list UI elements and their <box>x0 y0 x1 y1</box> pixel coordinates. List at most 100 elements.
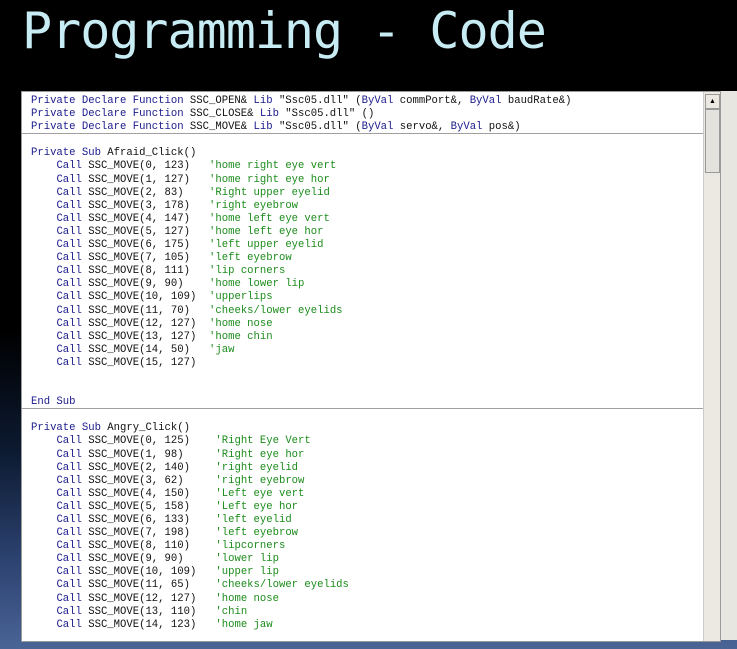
code-text: SSC_MOVE(11, 65) <box>81 579 216 592</box>
code-text: SSC_MOVE(12, 127) <box>81 592 216 605</box>
side-panel-edge <box>721 91 737 640</box>
slide-title: Programming - Code <box>22 2 547 60</box>
code-comment: 'right eyelid <box>215 461 299 474</box>
scroll-up-arrow-icon[interactable]: ▲ <box>705 94 720 109</box>
code-comment: 'left eyelid <box>215 514 292 526</box>
code-line: Call SSC_MOVE(3, 178) 'right eyebrow <box>31 200 703 213</box>
code-line: Call SSC_MOVE(13, 127) 'home chin <box>31 331 703 344</box>
code-line: Call SSC_MOVE(6, 175) 'left upper eyelid <box>31 239 703 252</box>
code-editor[interactable]: Private Declare Function SSC_OPEN& Lib "… <box>21 91 721 642</box>
code-comment: 'jaw <box>209 343 235 356</box>
code-line: Call SSC_MOVE(13, 110) 'chin <box>31 606 703 619</box>
code-line: Private Declare Function SSC_OPEN& Lib "… <box>31 95 703 108</box>
code-text: "Ssc05.dll" ( <box>272 95 362 107</box>
code-text: SSC_MOVE(14, 123) <box>81 618 216 631</box>
code-line: Call SSC_MOVE(8, 110) 'lipcorners <box>31 540 703 553</box>
code-comment: 'Right upper eyelid <box>209 186 330 199</box>
code-keyword: ByVal <box>450 121 483 134</box>
code-keyword: Call <box>56 330 82 343</box>
code-comment: 'lower lip <box>215 553 279 566</box>
code-keyword: Call <box>56 186 82 199</box>
code-keyword: Call <box>56 356 82 369</box>
code-line: Call SSC_MOVE(5, 158) 'Left eye hor <box>31 501 703 514</box>
code-keyword: Private Declare Function <box>31 108 184 121</box>
code-keyword: Lib <box>253 121 273 134</box>
code-comment: 'lip corners <box>209 265 286 278</box>
code-comment: 'home right eye hor <box>209 173 330 186</box>
code-keyword: Call <box>56 212 82 225</box>
code-keyword: Call <box>56 592 82 605</box>
code-text: pos&) <box>482 121 521 134</box>
code-line: Call SSC_MOVE(10, 109) 'upperlips <box>31 291 703 304</box>
code-keyword: Call <box>56 304 82 317</box>
code-text: SSC_MOVE(2, 83) <box>81 186 210 199</box>
code-line: Call SSC_MOVE(2, 140) 'right eyelid <box>31 462 703 475</box>
scrollbar-thumb[interactable] <box>705 109 720 173</box>
code-line: Call SSC_MOVE(1, 127) 'home right eye ho… <box>31 174 703 187</box>
code-text: Angry_Click() <box>100 422 190 435</box>
code-text: Afraid_Click() <box>100 147 197 160</box>
code-text: SSC_MOVE(9, 90) <box>81 553 216 566</box>
code-text: SSC_MOVE(14, 50) <box>81 343 210 356</box>
code-keyword: Call <box>56 252 82 265</box>
code-keyword: Call <box>56 540 82 553</box>
code-line: Call SSC_MOVE(2, 83) 'Right upper eyelid <box>31 187 703 200</box>
code-line: Call SSC_MOVE(10, 109) 'upper lip <box>31 566 703 579</box>
code-text: SSC_MOVE(4, 150) <box>81 487 216 500</box>
code-keyword: Call <box>56 448 82 461</box>
code-keyword: Call <box>56 278 82 291</box>
code-keyword: Call <box>56 579 82 592</box>
code-text: SSC_MOVE(3, 178) <box>81 199 210 212</box>
code-keyword: Call <box>56 461 82 474</box>
code-line: Private Declare Function SSC_MOVE& Lib "… <box>22 121 703 135</box>
code-keyword: Private Sub <box>31 422 101 435</box>
code-line: Private Sub Angry_Click() <box>31 422 703 435</box>
code-comment: 'home right eye vert <box>209 160 337 173</box>
code-keyword: Call <box>56 487 82 500</box>
code-keyword: Call <box>56 265 82 278</box>
code-text: SSC_MOVE(0, 123) <box>81 160 210 173</box>
code-comment: 'home left eye hor <box>209 225 324 238</box>
code-keyword: Private Declare Function <box>31 95 184 107</box>
code-text: SSC_MOVE(9, 90) <box>81 278 210 291</box>
code-comment: 'home lower lip <box>209 278 305 291</box>
code-keyword: Lib <box>253 95 273 107</box>
code-comment: 'left upper eyelid <box>209 239 324 252</box>
code-text: SSC_CLOSE& <box>183 108 260 121</box>
code-text: SSC_MOVE(7, 198) <box>81 527 216 540</box>
code-text: SSC_MOVE(2, 140) <box>81 461 216 474</box>
code-keyword: Call <box>56 343 82 356</box>
code-line: Call SSC_MOVE(9, 90) 'home lower lip <box>31 278 703 291</box>
code-line: Call SSC_MOVE(11, 65) 'cheeks/lower eyel… <box>31 579 703 592</box>
code-line: Private Declare Function SSC_CLOSE& Lib … <box>31 108 703 121</box>
code-comment: 'Right Eye Vert <box>215 435 311 448</box>
code-line: Call SSC_MOVE(14, 50) 'jaw <box>31 344 703 357</box>
code-line: Call SSC_MOVE(8, 111) 'lip corners <box>31 265 703 278</box>
code-line: Call SSC_MOVE(0, 125) 'Right Eye Vert <box>31 435 703 448</box>
code-text: SSC_MOVE(0, 125) <box>81 435 216 448</box>
code-text: SSC_MOVE(6, 133) <box>81 514 216 526</box>
code-keyword: End Sub <box>31 396 76 409</box>
code-line: Call SSC_MOVE(4, 147) 'home left eye ver… <box>31 213 703 226</box>
code-text: SSC_MOVE(1, 127) <box>81 173 210 186</box>
code-keyword: Call <box>56 173 82 186</box>
code-line: Call SSC_MOVE(4, 150) 'Left eye vert <box>31 488 703 501</box>
code-keyword: Call <box>56 317 82 330</box>
code-keyword: ByVal <box>469 95 502 107</box>
code-keyword: Call <box>56 160 82 173</box>
vertical-scrollbar[interactable]: ▲ <box>703 92 720 641</box>
